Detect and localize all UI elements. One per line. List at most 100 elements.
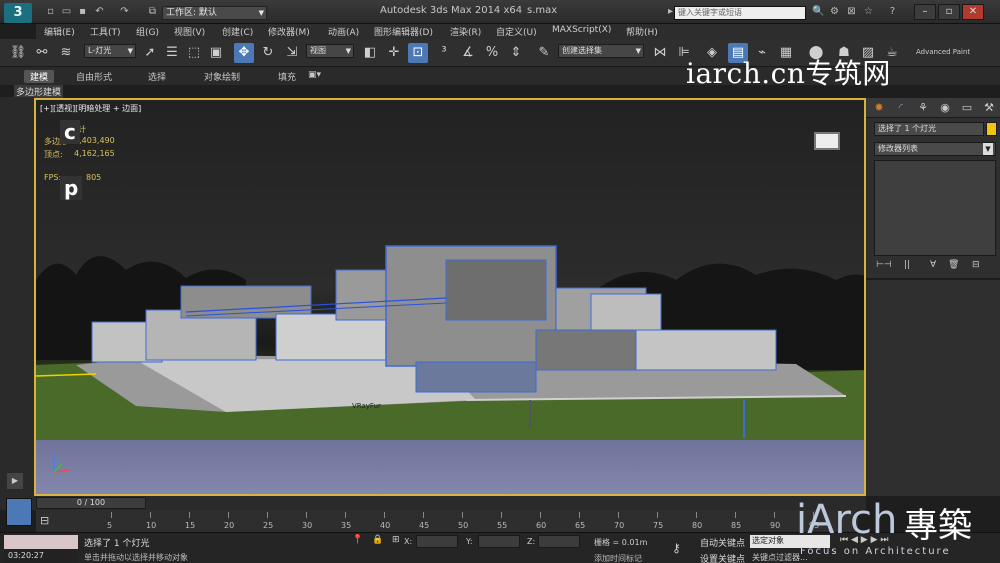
workspace-dropdown[interactable]: 工作区: 默认 ▼ [162, 6, 267, 20]
named-selection-dropdown[interactable]: 创建选择集 ▼ [558, 44, 644, 58]
command-panel-tabs: ✸ ◜ ⚘ ◉ ▭ ⚒ [866, 98, 1000, 118]
search-icon[interactable]: 🔍 [812, 6, 825, 18]
minimize-button[interactable]: – [914, 4, 936, 20]
pivot-center-icon[interactable]: ◧ [360, 43, 380, 63]
subscription-icon[interactable]: ⚙ [828, 6, 841, 18]
add-time-tag[interactable]: 添加时间标记 [594, 553, 642, 563]
isolate-icon[interactable]: 📍 [352, 535, 363, 545]
viewport-label[interactable]: [+][透视][明暗处理 + 边面] [40, 103, 141, 114]
auto-key-button[interactable]: 自动关键点 [700, 536, 745, 549]
unlink-icon[interactable]: ⚯ [32, 43, 52, 63]
z-coordinate-field[interactable] [538, 535, 580, 548]
motion-tab-icon[interactable]: ◉ [936, 100, 954, 116]
modifier-list-dropdown[interactable]: 修改器列表 ▼ [874, 142, 996, 156]
tab-freeform[interactable]: 自由形式 [76, 70, 112, 83]
keyboard-shortcut-override-icon[interactable]: ⊡ [408, 43, 428, 63]
mini-curve-editor-button[interactable] [6, 498, 32, 526]
select-rotate-icon[interactable]: ↻ [258, 43, 278, 63]
lock-selection-icon[interactable]: 🔒 [372, 535, 383, 545]
timeline-tick [540, 512, 541, 518]
save-file-icon[interactable]: ▪ [76, 6, 89, 18]
close-button[interactable]: ✕ [962, 4, 984, 20]
expand-arrow-icon[interactable]: ▶ [7, 473, 23, 489]
track-bar[interactable]: 5 10 15 20 25 30 35 40 45 50 55 60 65 70 75 80 85 90 95 [36, 510, 858, 532]
menu-graph-editors[interactable]: 图形编辑器(D) [374, 25, 433, 38]
menu-create[interactable]: 创建(C) [222, 25, 253, 38]
mirror-icon[interactable]: ⋈ [650, 43, 670, 63]
open-file-icon[interactable]: ▭ [60, 6, 73, 18]
selection-filter-value: L-灯光 [88, 46, 112, 55]
pin-stack-icon[interactable]: ⊢⊣ [876, 260, 892, 270]
time-slider[interactable]: 0 / 100 [36, 497, 146, 509]
help-icon[interactable]: ? [886, 6, 899, 18]
tab-object-paint[interactable]: 对象绘制 [204, 70, 240, 83]
tab-selection[interactable]: 选择 [148, 70, 166, 83]
object-name-field[interactable]: 选择了 1 个灯光 [874, 122, 984, 136]
reference-coordinate-dropdown[interactable]: 视图 ▼ [306, 44, 354, 58]
x-label: X: [404, 537, 413, 546]
configure-sets-icon[interactable]: ⊟ [972, 260, 980, 270]
track-bar-icon[interactable]: ⊟ [40, 514, 49, 527]
y-coordinate-field[interactable] [478, 535, 520, 548]
redo-icon[interactable]: ↷ [118, 6, 131, 18]
perspective-viewport[interactable]: [+][透视][明暗处理 + 边面] 总计 多边形: 1,403,490 顶点:… [34, 98, 866, 496]
show-end-result-icon[interactable]: || [904, 260, 910, 270]
new-file-icon[interactable]: ▫ [44, 6, 57, 18]
undo-icon[interactable]: ↶ [93, 6, 106, 18]
menu-animation[interactable]: 动画(A) [328, 25, 359, 38]
timeline-tick-label: 70 [614, 521, 625, 530]
rect-selection-icon[interactable]: ⬚ [184, 43, 204, 63]
angle-snap-icon[interactable]: ∡ [458, 43, 478, 63]
menu-customize[interactable]: 自定义(U) [496, 25, 537, 38]
advanced-paint-label[interactable]: Advanced Paint [916, 48, 970, 56]
timeline-tick [111, 512, 112, 518]
object-color-swatch[interactable] [986, 122, 997, 136]
spinner-snap-icon[interactable]: ⇕ [506, 43, 526, 63]
link-icon[interactable]: ⛓ [8, 43, 28, 63]
modifier-stack[interactable] [874, 160, 996, 256]
display-tab-icon[interactable]: ▭ [958, 100, 976, 116]
utilities-tab-icon[interactable]: ⚒ [980, 100, 998, 116]
communication-icon[interactable]: ⊠ [845, 6, 858, 18]
viewcube-icon[interactable] [814, 132, 840, 150]
x-coordinate-field[interactable] [416, 535, 458, 548]
selection-filter-dropdown[interactable]: L-灯光 ▼ [84, 44, 136, 58]
set-key-button[interactable]: 设置关键点 [700, 552, 745, 563]
help-search-input[interactable]: 键入关键字或短语 [674, 6, 806, 20]
menu-group[interactable]: 组(G) [136, 25, 159, 38]
timeline-tick [501, 512, 502, 518]
menu-modifiers[interactable]: 修改器(M) [268, 25, 310, 38]
window-crossing-icon[interactable]: ▣ [206, 43, 226, 63]
select-object-icon[interactable]: ➚ [140, 43, 160, 63]
menu-tools[interactable]: 工具(T) [90, 25, 121, 38]
hold-icon[interactable]: ⧉ [146, 6, 159, 18]
select-scale-icon[interactable]: ⇲ [282, 43, 302, 63]
select-move-icon[interactable]: ✥ [234, 43, 254, 63]
hierarchy-tab-icon[interactable]: ⚘ [914, 100, 932, 116]
make-unique-icon[interactable]: ∀ [930, 260, 936, 270]
favorites-icon[interactable]: ☆ [862, 6, 875, 18]
maxscript-listener[interactable] [4, 535, 78, 549]
percent-snap-icon[interactable]: % [482, 43, 502, 63]
edit-named-selection-icon[interactable]: ✎ [534, 43, 554, 63]
menu-rendering[interactable]: 渲染(R) [450, 25, 481, 38]
snaps-toggle-icon[interactable]: ³ [434, 43, 454, 63]
select-by-name-icon[interactable]: ☰ [162, 43, 182, 63]
create-tab-icon[interactable]: ✸ [870, 100, 888, 116]
modify-tab-icon[interactable]: ◜ [892, 100, 910, 116]
bind-space-warp-icon[interactable]: ≋ [56, 43, 76, 63]
menu-maxscript[interactable]: MAXScript(X) [552, 25, 611, 35]
key-icon[interactable]: ⚷ [672, 541, 681, 555]
menu-views[interactable]: 视图(V) [174, 25, 205, 38]
select-manipulate-icon[interactable]: ✛ [384, 43, 404, 63]
absolute-mode-icon[interactable]: ⊞ [392, 535, 400, 545]
menu-edit[interactable]: 编辑(E) [44, 25, 75, 38]
menu-help[interactable]: 帮助(H) [626, 25, 658, 38]
timeline-tick-label: 65 [575, 521, 586, 530]
maximize-button[interactable]: ▫ [938, 4, 960, 20]
tab-modeling[interactable]: 建模 [24, 70, 55, 83]
app-logo-icon[interactable]: 3 [4, 3, 32, 23]
ribbon-options-icon[interactable]: ▣▾ [308, 70, 321, 80]
tab-populate[interactable]: 填充 [278, 70, 296, 83]
remove-modifier-icon[interactable]: 🗑 [948, 260, 959, 270]
